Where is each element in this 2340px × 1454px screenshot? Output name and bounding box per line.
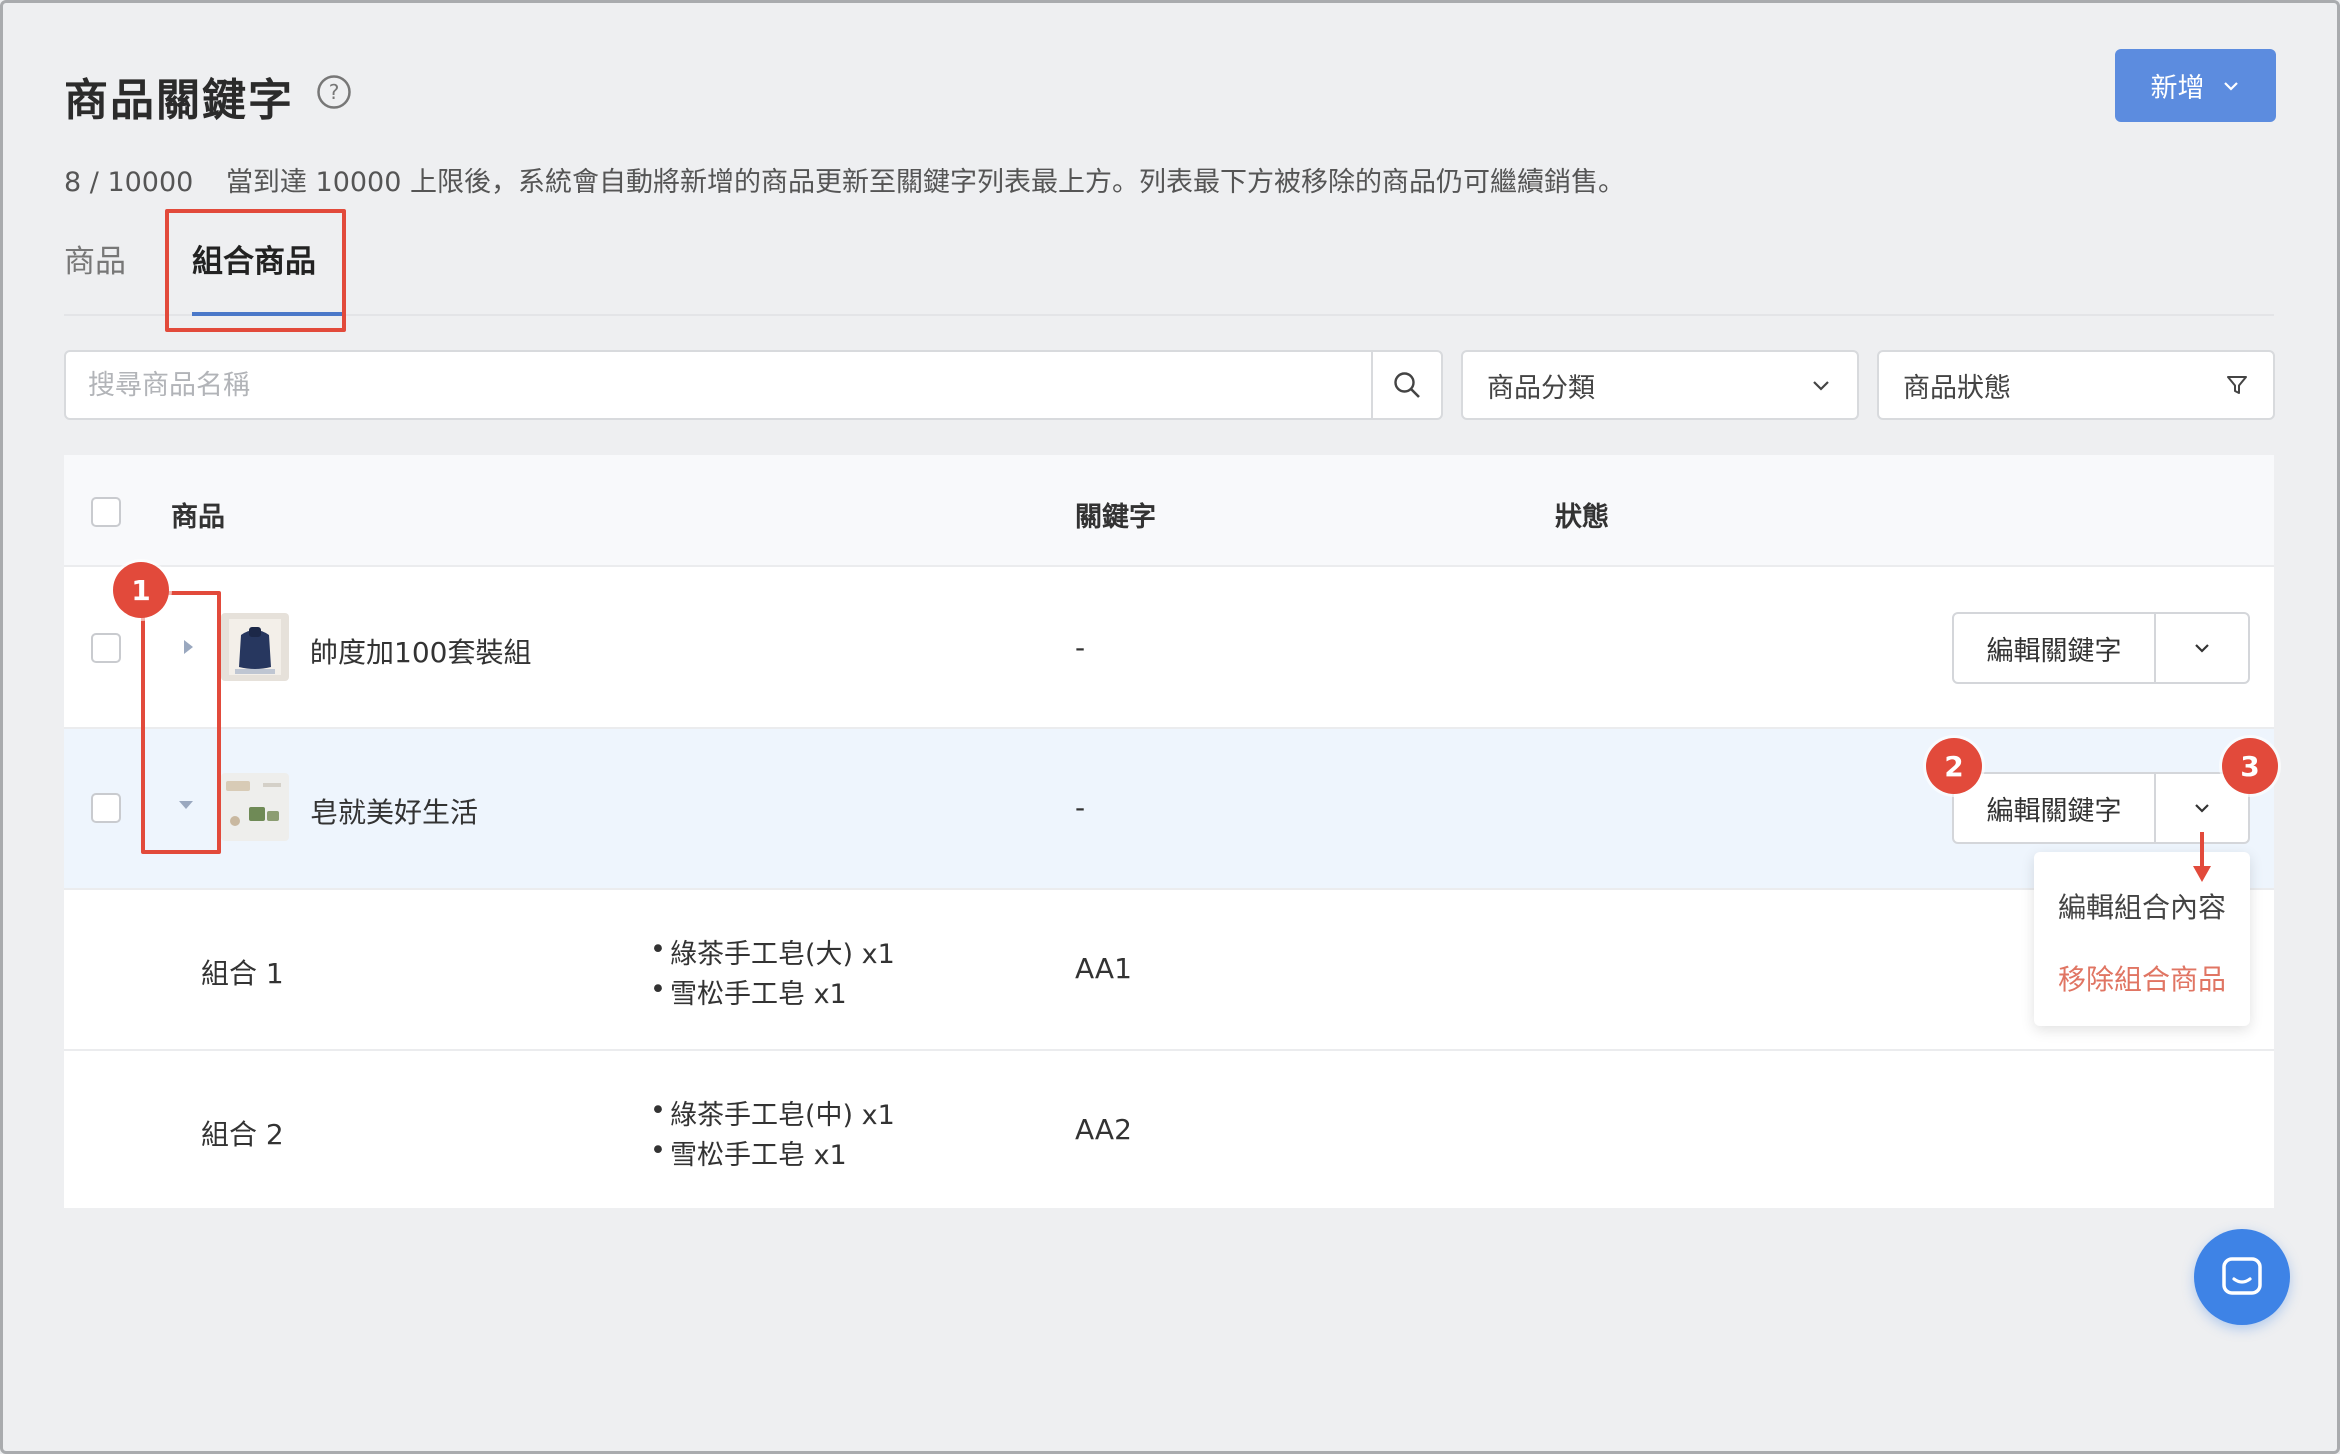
annotation-arrow — [2193, 832, 2211, 882]
keyword-count: 8 / 10000 — [64, 167, 194, 198]
bundle-name: 組合 1 — [201, 957, 284, 990]
search-icon — [1394, 372, 1420, 398]
bundle-name: 組合 2 — [201, 1118, 284, 1151]
filter-icon — [2227, 376, 2247, 394]
menu-item-remove-bundle[interactable]: 移除組合商品 — [2058, 958, 2226, 998]
tab-products[interactable]: 商品 — [64, 236, 126, 281]
chevron-down-icon — [2223, 81, 2238, 91]
chat-button[interactable] — [2194, 1229, 2290, 1325]
bundle-item: 綠茶手工皂(大) x1 — [670, 939, 895, 970]
category-select-label: 商品分類 — [1487, 372, 1595, 404]
add-button-label: 新增 — [2150, 73, 2205, 104]
bundle-item-bullet: • — [650, 1095, 666, 1126]
bundle-row: 組合 2 • 綠茶手工皂(中) x1 • 雪松手工皂 x1 AA2 — [64, 1051, 2274, 1208]
bundle-keyword: AA2 — [1075, 1113, 1132, 1146]
bundle-item: 雪松手工皂 x1 — [670, 1140, 847, 1171]
column-status: 狀態 — [1555, 502, 1609, 533]
product-keyword: - — [1075, 791, 1086, 824]
help-icon[interactable]: ? — [316, 74, 352, 110]
product-name: 帥度加100套裝組 — [310, 636, 532, 669]
product-keyword: - — [1075, 631, 1086, 664]
chevron-down-icon — [2195, 644, 2209, 653]
add-button[interactable]: 新增 — [2115, 49, 2276, 122]
limit-notice: 當到達 10000 上限後，系統會自動將新增的商品更新至關鍵字列表最上方。列表最… — [225, 167, 1625, 198]
edit-keyword-split-button: 編輯關鍵字 — [1952, 612, 2250, 684]
annotation-box-tab — [165, 209, 346, 332]
search-input[interactable] — [66, 352, 1372, 418]
bundle-keyword: AA1 — [1075, 952, 1132, 985]
bundle-row: 組合 1 • 綠茶手工皂(大) x1 • 雪松手工皂 x1 AA1 — [64, 890, 2274, 1051]
annotation-badge-1: 1 — [113, 562, 169, 618]
annotation-badge-3: 3 — [2222, 738, 2278, 794]
bundle-item-bullet: • — [650, 934, 666, 965]
annotation-badge-2: 2 — [1926, 738, 1982, 794]
bundle-item: 綠茶手工皂(中) x1 — [670, 1100, 895, 1131]
product-name: 皂就美好生活 — [310, 796, 479, 829]
limit-description: 8 / 10000 當到達 10000 上限後，系統會自動將新增的商品更新至關鍵… — [64, 160, 1625, 199]
chat-icon — [2222, 1257, 2262, 1295]
chevron-down-icon — [2195, 804, 2209, 813]
more-actions-menu: 編輯組合內容 移除組合商品 — [2034, 852, 2250, 1026]
select-all-checkbox[interactable] — [91, 497, 121, 527]
bundle-item: 雪松手工皂 x1 — [670, 979, 847, 1010]
table-row: 帥度加100套裝組 - 編輯關鍵字 — [64, 567, 2274, 729]
row-checkbox[interactable] — [91, 633, 121, 663]
column-product: 商品 — [171, 502, 225, 533]
table-header: 商品 關鍵字 狀態 — [64, 455, 2274, 567]
row-checkbox[interactable] — [91, 793, 121, 823]
menu-item-edit-bundle[interactable]: 編輯組合內容 — [2058, 886, 2226, 926]
column-keyword: 關鍵字 — [1075, 502, 1156, 533]
status-filter-label: 商品狀態 — [1903, 372, 2011, 404]
category-select[interactable]: 商品分類 — [1461, 350, 1859, 420]
bundle-item-bullet: • — [650, 1135, 666, 1166]
status-filter[interactable]: 商品狀態 — [1877, 350, 2275, 420]
search-box — [64, 350, 1443, 420]
bundle-table: 商品 關鍵字 狀態 帥度加100套裝組 - 編輯關鍵字 皂就美好生活 - 編輯關… — [64, 455, 2274, 1208]
chevron-down-icon — [1813, 381, 1829, 391]
more-actions-button[interactable] — [2156, 614, 2248, 682]
bundle-item-bullet: • — [650, 974, 666, 1005]
svg-text:?: ? — [329, 80, 340, 104]
search-button[interactable] — [1371, 352, 1441, 418]
tab-bar: 商品 組合商品 — [64, 236, 2274, 316]
edit-keyword-button[interactable]: 編輯關鍵字 — [1954, 614, 2156, 682]
edit-keyword-button[interactable]: 編輯關鍵字 — [1954, 774, 2156, 842]
annotation-box-expand — [141, 591, 221, 854]
product-thumbnail — [221, 613, 289, 681]
product-thumbnail — [221, 773, 289, 841]
page-title: 商品關鍵字 — [64, 75, 294, 126]
